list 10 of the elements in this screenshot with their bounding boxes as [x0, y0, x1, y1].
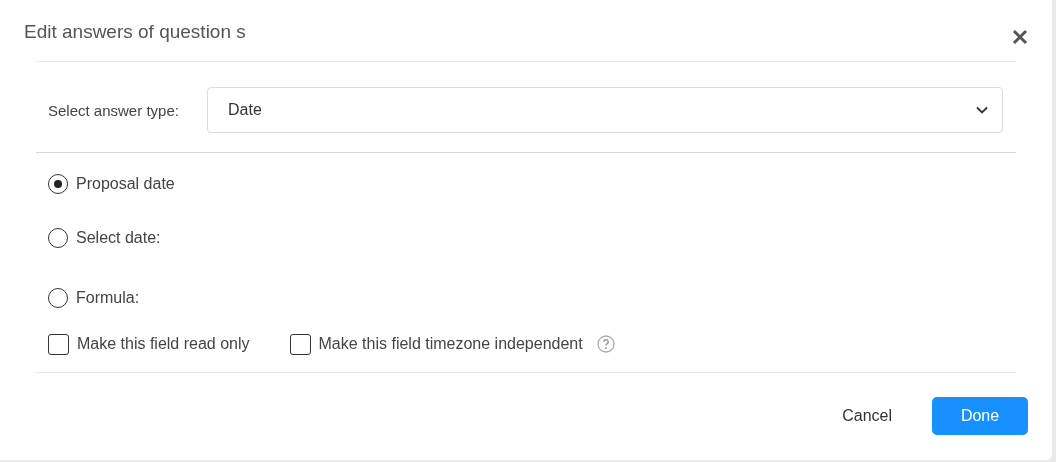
- answer-type-label: Select answer type:: [48, 101, 180, 119]
- answer-type-select[interactable]: Date: [207, 87, 1003, 133]
- radio-option[interactable]: Proposal date: [48, 172, 175, 196]
- radio-option[interactable]: Formula:: [48, 286, 140, 310]
- dialog-title: Edit answers of question s: [24, 20, 246, 43]
- cancel-button[interactable]: Cancel: [822, 397, 912, 435]
- checkbox-option[interactable]: Make this field read only: [48, 332, 250, 356]
- checkbox-option[interactable]: Make this field timezone independent: [289, 332, 615, 356]
- radio-option[interactable]: Select date:: [48, 226, 161, 250]
- chevron-down-icon: [976, 106, 988, 114]
